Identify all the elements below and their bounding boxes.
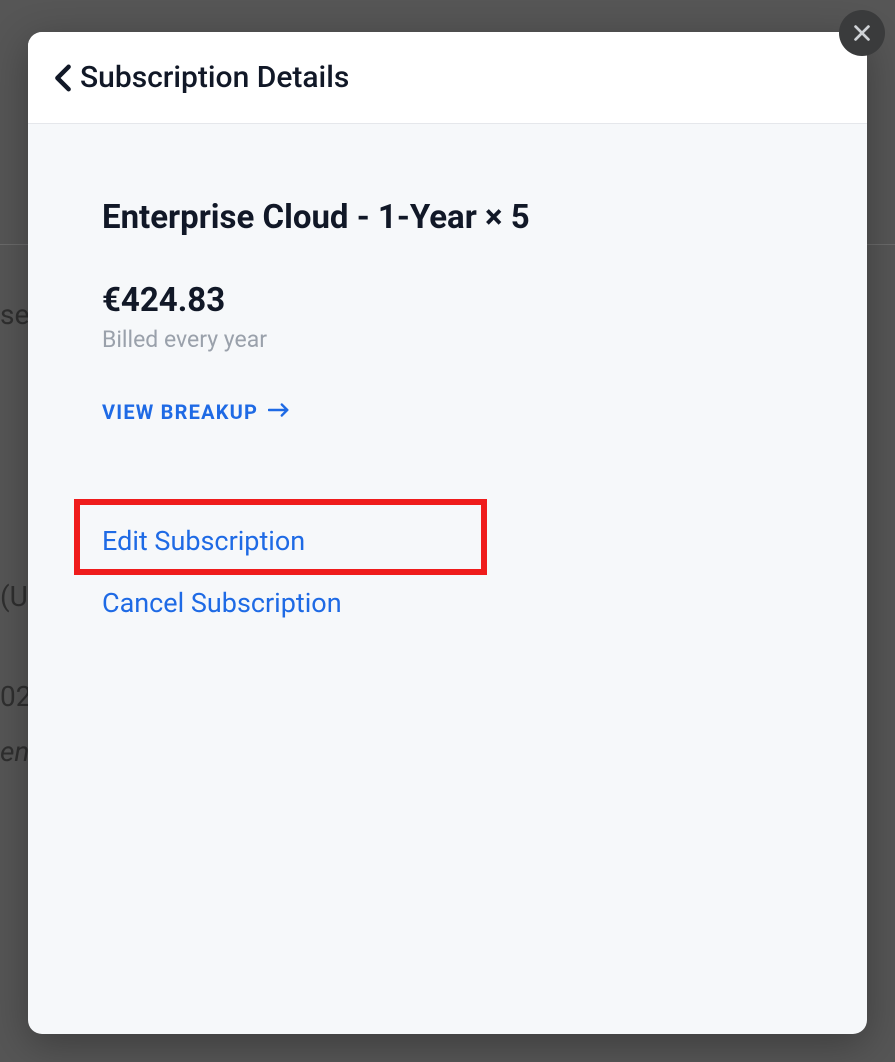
view-breakup-link[interactable]: VIEW BREAKUP [102,399,290,424]
close-button[interactable] [839,10,885,56]
plan-name: Enterprise Cloud - 1-Year × 5 [102,198,793,237]
background-text: se [0,298,29,331]
view-breakup-label: VIEW BREAKUP [102,400,258,424]
close-icon [851,22,873,44]
cancel-subscription-link[interactable]: Cancel Subscription [102,572,793,634]
edit-subscription-link[interactable]: Edit Subscription [102,510,793,572]
background-text: (U [0,580,28,613]
arrow-right-icon [268,399,290,424]
background-text: 02 [0,680,31,713]
plan-price: €424.83 [102,281,793,320]
modal-title: Subscription Details [80,60,349,95]
modal-body: Enterprise Cloud - 1-Year × 5 €424.83 Bi… [28,124,867,674]
chevron-left-icon [54,64,72,92]
back-button[interactable]: Subscription Details [54,60,349,95]
modal-header: Subscription Details [28,32,867,124]
subscription-actions: Edit Subscription Cancel Subscription [102,510,793,634]
billing-cycle: Billed every year [102,326,793,353]
subscription-details-modal: Subscription Details Enterprise Cloud - … [28,32,867,1034]
